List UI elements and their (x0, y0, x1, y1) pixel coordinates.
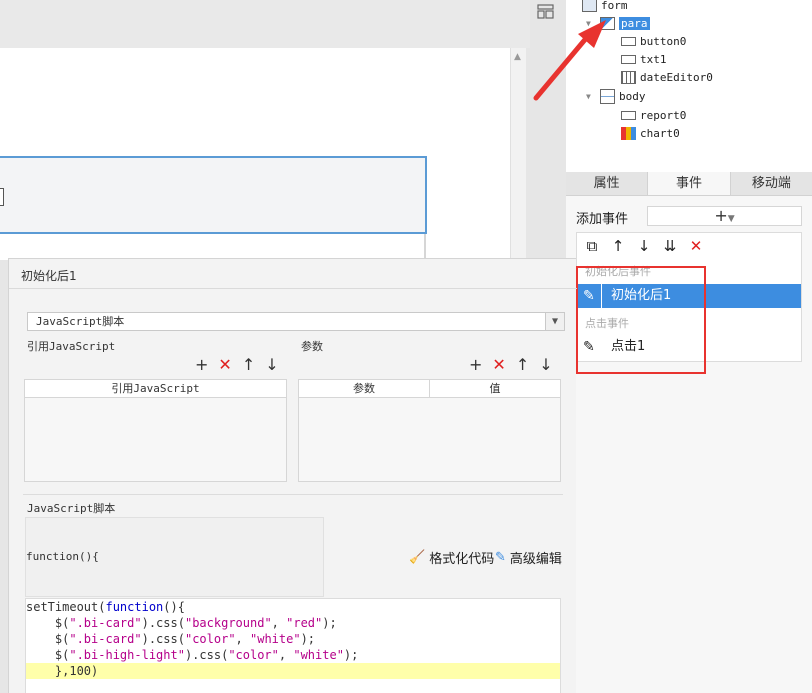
form-icon (582, 0, 597, 12)
code-line: $(".bi-high-light").css("color", "white"… (26, 648, 359, 662)
tab-events[interactable]: 事件 (647, 172, 731, 195)
dialog-divider (9, 288, 577, 289)
column-ref-js[interactable]: 引用JavaScript (25, 380, 286, 397)
add-event-label: 添加事件 (576, 212, 629, 227)
tree-node-report0[interactable]: report0 (621, 106, 686, 124)
dialog-title: 初始化后1 (21, 269, 77, 283)
script-label: JavaScript脚本 (27, 502, 116, 515)
button-icon (621, 36, 636, 46)
annotation-arrow-icon (533, 20, 606, 101)
scroll-up-icon[interactable]: ▲ (514, 52, 521, 62)
ref-js-table[interactable]: 引用JavaScript (24, 379, 287, 482)
sort-icon[interactable]: ⇊ (661, 237, 679, 255)
add-icon[interactable]: + (195, 357, 208, 373)
advanced-edit-button[interactable]: ✎ 高级编辑 (495, 548, 562, 567)
params-toolbar: + ✕ ↑ ↓ (469, 357, 553, 373)
canvas-header (0, 0, 530, 48)
code-line: $(".bi-card").css("color", "white"); (26, 632, 316, 646)
function-header: function(){ (26, 550, 99, 563)
chart-icon (621, 126, 636, 140)
dropdown-icon: ▼ (727, 214, 735, 224)
tree-node-form[interactable]: form (582, 0, 628, 14)
report-icon (621, 110, 636, 120)
para-widget-box[interactable] (0, 156, 427, 234)
delete-icon[interactable]: ✕ (492, 357, 505, 373)
tab-mobile[interactable]: 移动端 (731, 172, 812, 195)
move-up-icon[interactable]: ↑ (609, 237, 627, 255)
add-icon[interactable]: + (469, 357, 482, 373)
move-down-icon[interactable]: ↓ (539, 357, 552, 373)
ref-js-toolbar: + ✕ ↑ ↓ (195, 357, 279, 373)
table-header: 引用JavaScript (25, 380, 286, 398)
widget-edge-icon (0, 188, 4, 206)
design-canvas[interactable] (0, 48, 510, 308)
calendar-icon (621, 70, 636, 84)
chevron-down-icon[interactable]: ▼ (545, 313, 564, 330)
format-code-button[interactable]: 🧹 格式化代码 (409, 548, 494, 567)
code-line-current: },100) (26, 663, 560, 679)
tree-node-txt1[interactable]: txt1 (621, 50, 667, 68)
move-up-icon[interactable]: ↑ (516, 357, 529, 373)
event-toolbar: ⧉ ↑ ↓ ⇊ ✕ (577, 233, 801, 259)
tab-properties[interactable]: 属性 (566, 172, 647, 195)
table-header: 参数 值 (299, 380, 560, 398)
delete-icon[interactable]: ✕ (218, 357, 231, 373)
add-event-button[interactable]: +▼ (647, 206, 802, 226)
params-table[interactable]: 参数 值 (298, 379, 561, 482)
event-edit-dialog: 初始化后1 JavaScript脚本 ▼ 引用JavaScript 参数 + ✕… (8, 258, 577, 693)
code-editor[interactable]: setTimeout(function(){ $(".bi-card").css… (25, 598, 561, 693)
script-type-select[interactable]: JavaScript脚本 ▼ (27, 312, 565, 331)
tree-node-chart0[interactable]: chart0 (621, 124, 680, 142)
code-line: $(".bi-card").css("background", "red"); (26, 616, 337, 630)
code-line: setTimeout(function(){ (26, 600, 185, 614)
section-divider (23, 494, 563, 495)
broom-icon: 🧹 (409, 550, 426, 565)
delete-icon[interactable]: ✕ (687, 237, 705, 255)
move-up-icon[interactable]: ↑ (242, 357, 255, 373)
function-header-box: function(){ (25, 517, 324, 597)
params-label: 参数 (301, 340, 323, 353)
column-value[interactable]: 值 (430, 380, 560, 397)
move-down-icon[interactable]: ↓ (635, 237, 653, 255)
edit-icon: ✎ (495, 550, 506, 565)
column-param[interactable]: 参数 (299, 380, 430, 397)
textfield-icon (621, 54, 636, 64)
annotation-highlight-box (576, 266, 706, 374)
tree-node-button0[interactable]: button0 (621, 32, 686, 50)
canvas-scrollbar[interactable]: ▲ (510, 48, 526, 260)
property-tabs: 属性 事件 移动端 (566, 172, 812, 196)
copy-icon[interactable]: ⧉ (583, 237, 601, 255)
tree-node-dateeditor0[interactable]: dateEditor0 (621, 68, 713, 86)
move-down-icon[interactable]: ↓ (265, 357, 278, 373)
ref-js-label: 引用JavaScript (27, 340, 116, 353)
